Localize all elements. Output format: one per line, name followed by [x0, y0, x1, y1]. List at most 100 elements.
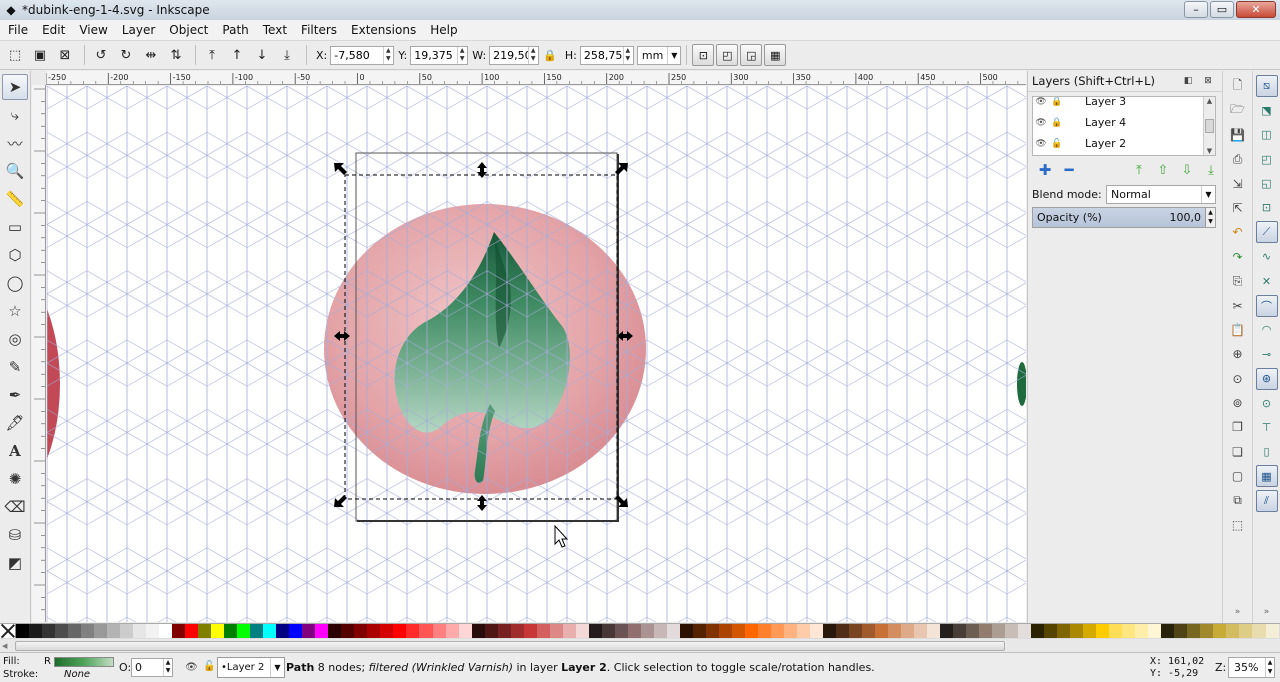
color-swatch[interactable]: [263, 624, 277, 638]
layer-to-top-icon[interactable]: ⤒: [1130, 161, 1148, 179]
color-swatch[interactable]: [29, 624, 43, 638]
group-icon[interactable]: ⧉: [1227, 490, 1249, 512]
ellipse-tool-icon[interactable]: ◯: [2, 270, 28, 296]
menu-file[interactable]: File: [4, 23, 32, 37]
color-swatch[interactable]: [510, 624, 524, 638]
undo-icon[interactable]: ↶: [1227, 221, 1249, 243]
color-swatch[interactable]: [1135, 624, 1149, 638]
pen-tool-icon[interactable]: ✒: [2, 382, 28, 408]
snap-grid-icon[interactable]: ▦: [1255, 465, 1278, 488]
import-icon[interactable]: ⇲: [1227, 173, 1249, 195]
snap-enable-icon[interactable]: ⧅: [1255, 75, 1278, 97]
h-spinbox[interactable]: ▲▼: [579, 45, 634, 65]
w-spin-arrows[interactable]: ▲ ▼: [528, 46, 537, 64]
chevron-down-icon[interactable]: ▼: [1201, 185, 1215, 203]
color-swatch[interactable]: [94, 624, 108, 638]
color-palette[interactable]: [0, 623, 1280, 639]
color-swatch[interactable]: [953, 624, 967, 638]
color-swatch[interactable]: [979, 624, 993, 638]
close-button[interactable]: ✕: [1236, 1, 1276, 18]
snap-guides-icon[interactable]: ⫽: [1255, 489, 1278, 512]
minimize-button[interactable]: –: [1184, 1, 1208, 18]
snap-bbox-corners-icon[interactable]: ◰: [1256, 148, 1278, 170]
color-swatch[interactable]: [471, 624, 485, 638]
rectangle-tool-icon[interactable]: ▭: [2, 214, 28, 240]
color-swatch[interactable]: [302, 624, 316, 638]
blend-mode-select[interactable]: Normal ▼: [1106, 184, 1216, 204]
unit-select[interactable]: mm ▼: [636, 45, 682, 65]
snap-cusp-nodes-icon[interactable]: ⌒: [1255, 294, 1278, 317]
raise-to-top-icon[interactable]: ⤒: [201, 44, 223, 66]
color-swatch[interactable]: [1161, 624, 1175, 638]
object-opacity-spinbox[interactable]: 0 ▲ ▼: [131, 658, 173, 677]
new-document-icon[interactable]: 🗋: [1227, 75, 1249, 97]
menu-object[interactable]: Object: [165, 23, 212, 37]
color-swatch[interactable]: [992, 624, 1006, 638]
color-swatch[interactable]: [966, 624, 980, 638]
color-swatch[interactable]: [380, 624, 394, 638]
color-swatch[interactable]: [679, 624, 693, 638]
menu-text[interactable]: Text: [259, 23, 291, 37]
spiral-tool-icon[interactable]: ◎: [2, 326, 28, 352]
layer-up-icon[interactable]: ⇧: [1154, 161, 1172, 179]
eraser-tool-icon[interactable]: ⌫: [2, 494, 28, 520]
lower-icon[interactable]: ↓: [251, 44, 273, 66]
color-swatch[interactable]: [1083, 624, 1097, 638]
color-swatch[interactable]: [1031, 624, 1045, 638]
eye-icon[interactable]: 👁: [1033, 97, 1049, 107]
tweak-tool-icon[interactable]: 〰: [2, 130, 28, 156]
color-swatch[interactable]: [1174, 624, 1188, 638]
layers-list[interactable]: 👁 🔒 Layer 3 👁 🔒 Layer 4 👁 🔓 Layer 2 ▲ ▼: [1032, 96, 1216, 156]
dock-close-icon[interactable]: ⊠: [1202, 75, 1214, 87]
snap-bbox-midpoints-icon[interactable]: ◱: [1256, 173, 1278, 195]
zoom-spinbox[interactable]: 35% ▲ ▼: [1228, 657, 1275, 678]
selector-tool-icon[interactable]: ➤: [2, 74, 28, 100]
calligraphy-tool-icon[interactable]: 🖋: [2, 410, 28, 436]
snap-rotation-centers-icon[interactable]: ⊙: [1256, 392, 1278, 414]
spin-arrows[interactable]: ▲ ▼: [163, 659, 172, 676]
scroll-thumb[interactable]: [1205, 119, 1214, 133]
color-swatch[interactable]: [1239, 624, 1253, 638]
color-swatch[interactable]: [159, 624, 173, 638]
layers-scrollbar[interactable]: ▲ ▼: [1203, 97, 1215, 155]
color-swatch[interactable]: [692, 624, 706, 638]
color-swatch[interactable]: [68, 624, 82, 638]
color-swatch[interactable]: [549, 624, 563, 638]
color-swatch[interactable]: [432, 624, 446, 638]
snap-smooth-nodes-icon[interactable]: ◠: [1256, 319, 1278, 341]
remove-layer-icon[interactable]: ━: [1060, 161, 1078, 179]
color-swatch[interactable]: [783, 624, 797, 638]
color-swatch[interactable]: [354, 624, 368, 638]
scroll-left-icon[interactable]: ◀: [2, 642, 7, 650]
zoom-spin-arrows[interactable]: ▲ ▼: [1265, 658, 1274, 677]
color-swatch[interactable]: [1070, 624, 1084, 638]
color-swatch[interactable]: [666, 624, 680, 638]
color-swatch[interactable]: [81, 624, 95, 638]
color-swatch[interactable]: [901, 624, 915, 638]
color-swatch[interactable]: [601, 624, 615, 638]
chevron-down-icon[interactable]: ▼: [270, 658, 284, 677]
color-swatch[interactable]: [562, 624, 576, 638]
color-swatch[interactable]: [367, 624, 381, 638]
scale-stroke-toggle[interactable]: ⊡: [692, 44, 715, 66]
transform-gradients-toggle[interactable]: ◲: [740, 44, 763, 66]
h-input[interactable]: [580, 46, 623, 64]
color-swatch[interactable]: [1044, 624, 1058, 638]
color-swatch[interactable]: [328, 624, 342, 638]
measure-tool-icon[interactable]: 📏: [2, 186, 28, 212]
color-swatch[interactable]: [862, 624, 876, 638]
eye-icon[interactable]: 👁: [1033, 118, 1049, 128]
color-swatch[interactable]: [211, 624, 225, 638]
y-spin-arrows[interactable]: ▲ ▼: [457, 46, 466, 64]
node-tool-icon[interactable]: ⤷: [2, 102, 28, 128]
ungroup-icon[interactable]: ⬚: [1227, 514, 1249, 536]
lock-ratio-icon[interactable]: 🔒: [543, 49, 557, 62]
no-paint-swatch[interactable]: [0, 624, 16, 638]
color-swatch[interactable]: [927, 624, 941, 638]
color-swatch[interactable]: [1018, 624, 1032, 638]
w-input[interactable]: [490, 46, 529, 64]
color-swatch[interactable]: [1226, 624, 1240, 638]
color-swatch[interactable]: [146, 624, 160, 638]
color-swatch[interactable]: [289, 624, 303, 638]
eye-icon[interactable]: 👁: [1033, 139, 1049, 149]
